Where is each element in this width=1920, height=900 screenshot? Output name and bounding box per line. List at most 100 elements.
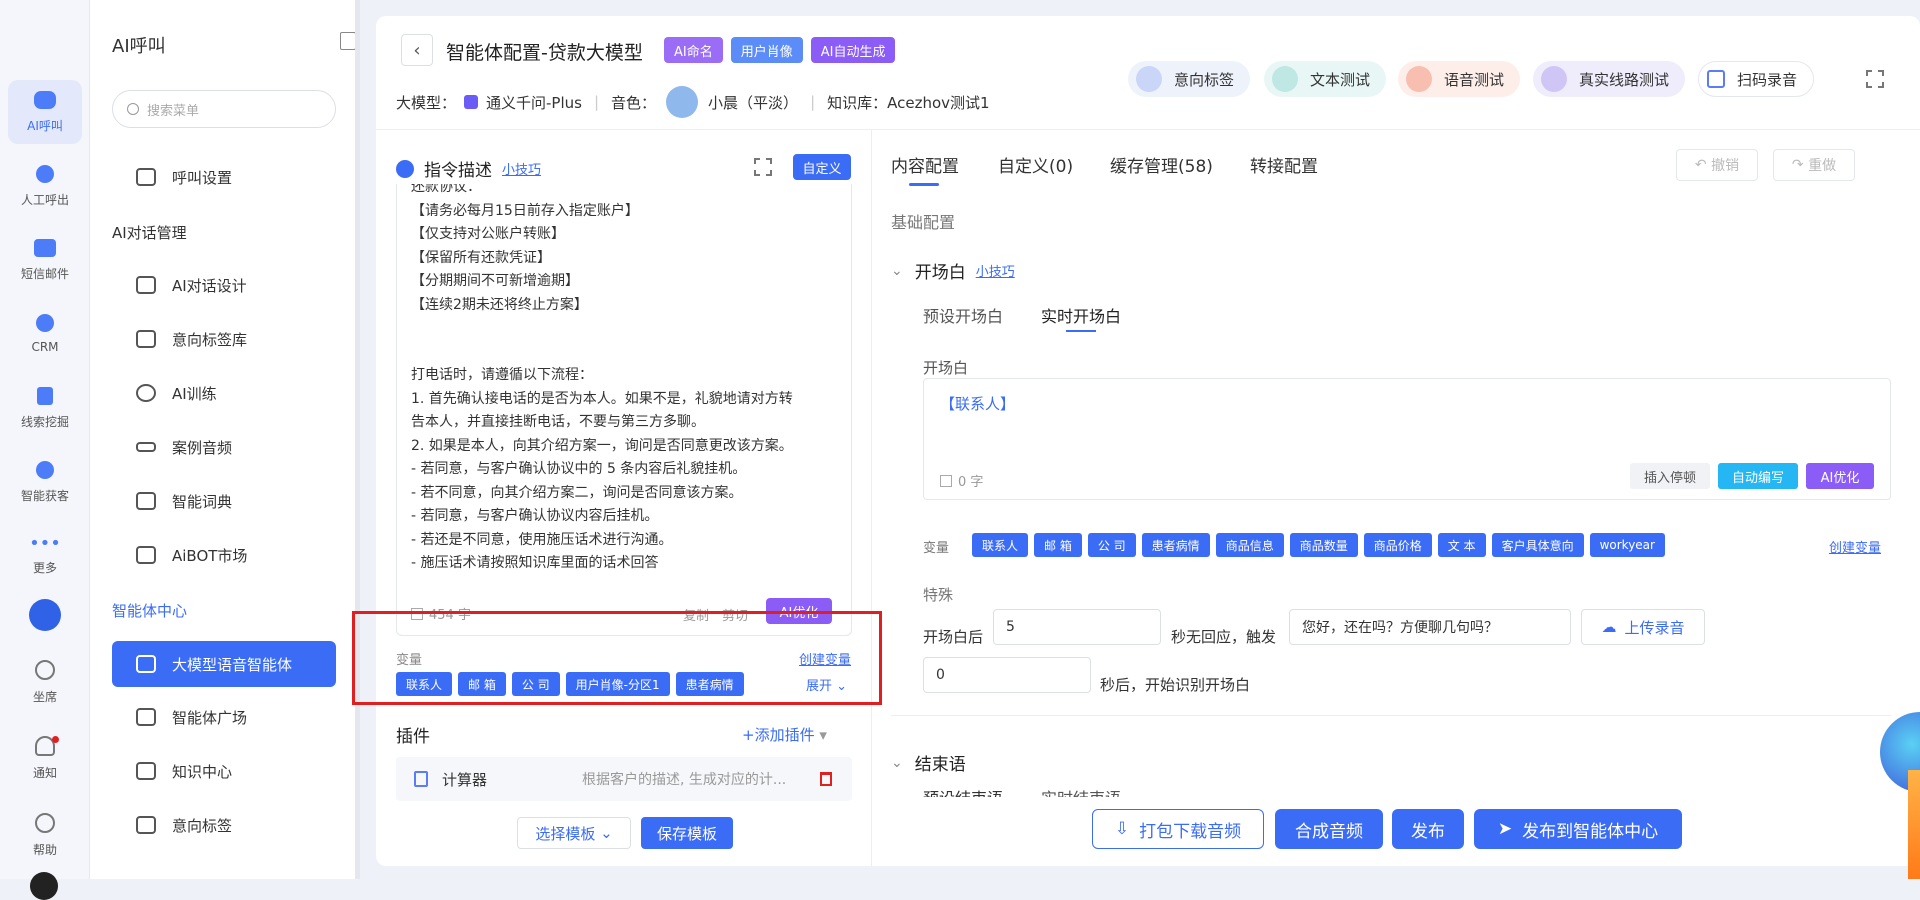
download-audio-button[interactable]: ⇩ 打包下载音频 bbox=[1092, 809, 1264, 849]
kb-value[interactable]: Acezhov测试1 bbox=[887, 92, 989, 113]
subtab-preset[interactable]: 预设开场白 bbox=[923, 303, 1003, 327]
var-chip[interactable]: 联系人 bbox=[396, 672, 453, 696]
var-chip[interactable]: 客户具体意向 bbox=[1491, 533, 1584, 557]
expand-vars-button[interactable]: 展开 ⌄ bbox=[806, 675, 847, 694]
var-chip[interactable]: 商品信息 bbox=[1215, 533, 1284, 557]
opening-ai-optimize-button[interactable]: AI优化 bbox=[1806, 463, 1874, 489]
back-button[interactable]: ‹ bbox=[401, 34, 433, 66]
delete-icon[interactable] bbox=[820, 772, 832, 786]
var-chip[interactable]: 邮 箱 bbox=[458, 672, 506, 696]
ending-subtab-realtime[interactable]: 实时结束语 bbox=[1041, 785, 1121, 797]
nav-item-tag-lib[interactable]: 意向标签库 bbox=[112, 316, 336, 362]
prompt-editor[interactable]: 还款协议： 【请务必每月15日前存入指定账户】 【仅支持对公账户转账】 【保留所有还款… bbox=[396, 184, 852, 636]
nav-item-llm-voice-agent[interactable]: 大模型语音智能体 bbox=[112, 641, 336, 687]
nav-item-aibot-market[interactable]: AiBOT市场 bbox=[112, 532, 336, 578]
prompt-expand-icon[interactable] bbox=[754, 158, 772, 176]
rail-item-sms[interactable]: 短信邮件 bbox=[8, 228, 82, 292]
download-icon: ⇩ bbox=[1114, 819, 1130, 839]
tag-icon bbox=[1136, 66, 1162, 92]
ending-section-header[interactable]: ⌄ 结束语 bbox=[891, 750, 966, 776]
sliders-icon bbox=[136, 168, 156, 186]
prompt-line: - 若同意，与客户确认协议中的 5 条内容后礼貌挂机。 bbox=[411, 461, 747, 477]
upload-record-button[interactable]: ☁ 上传录音 bbox=[1581, 609, 1705, 645]
ai-name-tag[interactable]: AI命名 bbox=[664, 37, 723, 63]
text-test-button[interactable]: 文本测试 bbox=[1264, 61, 1387, 97]
opening-textarea[interactable]: 【联系人】 0 字 插入停顿 自动编写 AI优化 bbox=[923, 378, 1891, 500]
more-icon: ••• bbox=[29, 532, 61, 554]
assistant-side-bar bbox=[1908, 770, 1920, 879]
nav-item-knowledge[interactable]: 知识中心 bbox=[112, 748, 336, 794]
plugin-row[interactable]: 计算器 根据客户的描述, 生成对应的计... bbox=[396, 757, 852, 801]
search-input[interactable]: 搜索菜单 bbox=[147, 100, 199, 119]
var-chip[interactable]: 商品数量 bbox=[1289, 533, 1358, 557]
var-chip[interactable]: 联系人 bbox=[972, 533, 1029, 557]
no-reply-text-input[interactable]: 您好，还在吗？方便聊几句吗？ bbox=[1289, 609, 1571, 645]
tab-content-config[interactable]: 内容配置 bbox=[891, 152, 959, 177]
nav-item-dialog-design[interactable]: AI对话设计 bbox=[112, 262, 336, 308]
var-chip[interactable]: 商品价格 bbox=[1363, 533, 1432, 557]
var-chip[interactable]: workyear bbox=[1589, 533, 1665, 557]
rail-item-help[interactable]: 帮助 bbox=[8, 803, 82, 867]
synthesize-audio-button[interactable]: 合成音频 bbox=[1275, 809, 1383, 849]
fullscreen-icon[interactable] bbox=[1866, 70, 1884, 88]
rail-item-acquire[interactable]: 智能获客 bbox=[8, 450, 82, 514]
nav-item-agent-plaza[interactable]: 智能体广场 bbox=[112, 694, 336, 740]
var-chip[interactable]: 用户肖像-分区1 bbox=[565, 672, 670, 696]
publish-button[interactable]: 发布 bbox=[1392, 809, 1464, 849]
rail-item-clue[interactable]: 线索挖掘 bbox=[8, 376, 82, 440]
collapse-icon[interactable] bbox=[340, 32, 356, 50]
rail-item-ai-call[interactable]: AI呼叫 bbox=[8, 80, 82, 144]
real-line-test-button[interactable]: 真实线路测试 bbox=[1533, 61, 1686, 97]
opening-section-header[interactable]: ⌄ 开场白 小技巧 bbox=[891, 258, 1015, 284]
intent-tag-button[interactable]: 意向标签 bbox=[1128, 61, 1251, 97]
rail-item-notify[interactable]: 通知 bbox=[8, 726, 82, 790]
model-value[interactable]: 通义千问-Plus bbox=[486, 92, 582, 113]
prompt-tips-link[interactable]: 小技巧 bbox=[502, 159, 541, 178]
opening-tips-link[interactable]: 小技巧 bbox=[976, 261, 1015, 280]
rail-item-seat[interactable]: 坐席 bbox=[8, 650, 82, 714]
user-portrait-tag[interactable]: 用户肖像 bbox=[730, 37, 803, 63]
ending-subtab-preset[interactable]: 预设结束语 bbox=[923, 785, 1003, 797]
delay-seconds-input[interactable]: 0 bbox=[923, 657, 1091, 693]
save-template-button[interactable]: 保存模板 bbox=[641, 817, 733, 849]
open-book-icon bbox=[136, 762, 156, 780]
clue-icon bbox=[37, 386, 53, 405]
insert-pause-button[interactable]: 插入停顿 bbox=[1630, 463, 1710, 489]
nav-item-intent-tag[interactable]: 意向标签 bbox=[112, 802, 336, 848]
publish-center-button[interactable]: ➤ 发布到智能体中心 bbox=[1474, 809, 1682, 849]
scan-record-button[interactable]: 扫码录音 bbox=[1698, 61, 1815, 97]
var-chip[interactable]: 公 司 bbox=[1087, 533, 1136, 557]
voice-value[interactable]: 小晨（平淡） bbox=[708, 92, 798, 113]
rail-item-manual-call[interactable]: 人工呼出 bbox=[8, 154, 82, 218]
var-chip[interactable]: 患者病情 bbox=[1141, 533, 1210, 557]
nav-item-case-audio[interactable]: 案例音频 bbox=[112, 424, 336, 470]
var-chip[interactable]: 患者病情 bbox=[675, 672, 744, 696]
auto-write-button[interactable]: 自动编写 bbox=[1718, 463, 1798, 489]
voice-test-button[interactable]: 语音测试 bbox=[1398, 61, 1521, 97]
var-chip[interactable]: 文 本 bbox=[1437, 533, 1486, 557]
avatar[interactable] bbox=[30, 872, 58, 900]
redo-button[interactable]: ↷ 重做 bbox=[1773, 149, 1855, 181]
prompt-create-var-link[interactable]: 创建变量 bbox=[799, 649, 851, 668]
tab-transfer[interactable]: 转接配置 bbox=[1250, 152, 1318, 177]
config-create-var-link[interactable]: 创建变量 bbox=[1829, 537, 1881, 556]
var-chip[interactable]: 邮 箱 bbox=[1034, 533, 1082, 557]
search-box[interactable]: 搜索菜单 bbox=[112, 90, 336, 128]
tab-custom[interactable]: 自定义(0) bbox=[998, 152, 1073, 177]
rail-item-more[interactable]: ••• 更多 bbox=[8, 524, 82, 588]
select-template-button[interactable]: 选择模板 ⌄ bbox=[517, 817, 631, 849]
custom-button[interactable]: 自定义 bbox=[793, 154, 851, 180]
rail-item-crm[interactable]: CRM bbox=[8, 302, 82, 366]
nav-section-agent: 智能体中心 bbox=[112, 602, 188, 620]
var-chip[interactable]: 公 司 bbox=[511, 672, 560, 696]
subtab-realtime[interactable]: 实时开场白 bbox=[1041, 303, 1121, 327]
add-plugin-button[interactable]: +添加插件 ▾ bbox=[742, 724, 827, 745]
app-logo[interactable] bbox=[29, 599, 61, 631]
no-reply-seconds-input[interactable]: 5 bbox=[993, 609, 1161, 645]
nav-item-call-settings[interactable]: 呼叫设置 bbox=[112, 154, 336, 200]
tab-cache[interactable]: 缓存管理(58) bbox=[1110, 152, 1213, 177]
nav-item-ai-train[interactable]: AI训练 bbox=[112, 370, 336, 416]
nav-item-dictionary[interactable]: 智能词典 bbox=[112, 478, 336, 524]
undo-button[interactable]: ↶ 撤销 bbox=[1676, 149, 1758, 181]
ai-auto-generate-tag[interactable]: AI自动生成 bbox=[810, 37, 896, 63]
